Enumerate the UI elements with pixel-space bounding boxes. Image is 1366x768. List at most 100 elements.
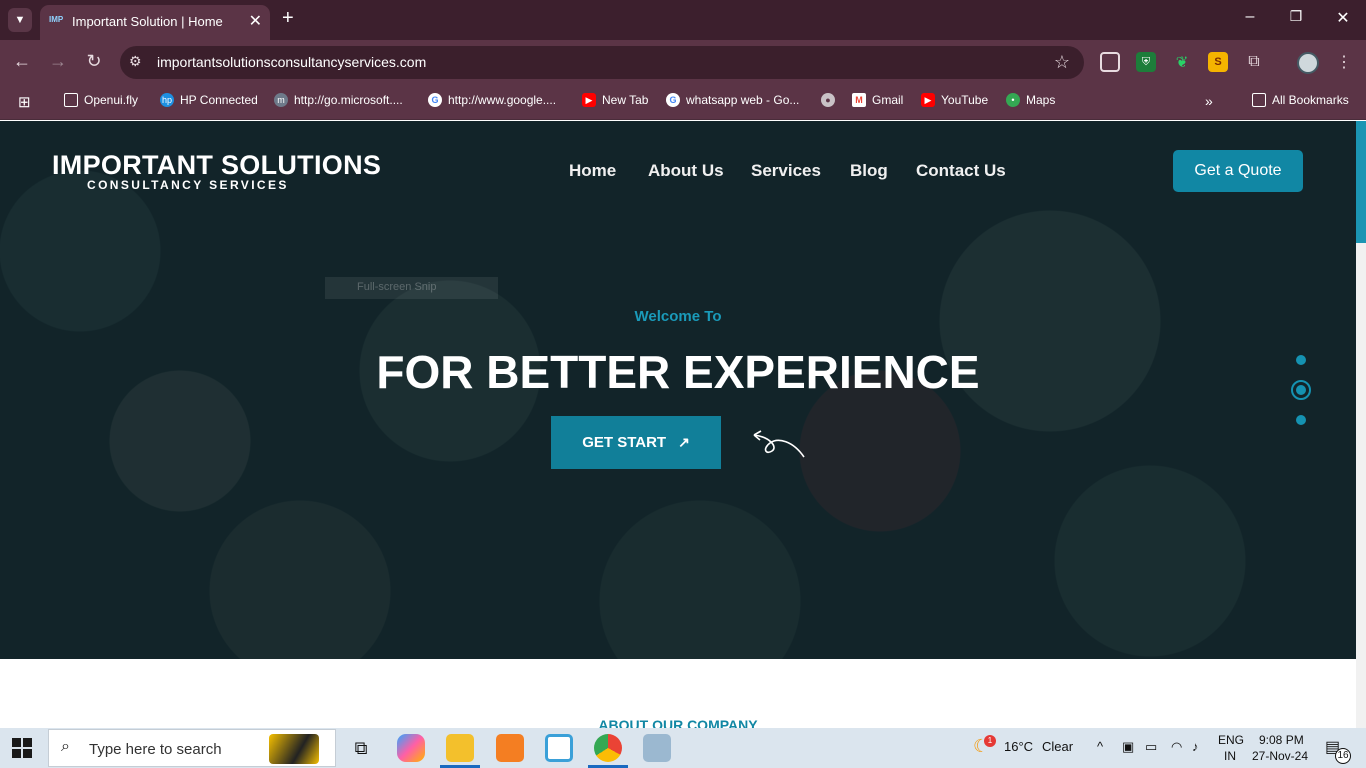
tab-close-icon[interactable]: ✕ <box>249 11 262 31</box>
get-start-label: GET START <box>582 434 667 451</box>
site-logo[interactable]: IMPORTANT SOLUTIONS <box>52 150 381 181</box>
globe-icon: ● <box>821 93 835 107</box>
bookmark-maps[interactable]: • Maps <box>1006 93 1055 107</box>
nav-blog[interactable]: Blog <box>850 161 888 181</box>
hp-icon: hp <box>160 93 174 107</box>
extensions-puzzle-icon[interactable]: ⧉ <box>1244 52 1264 72</box>
window-close-icon[interactable]: ✕ <box>1333 8 1353 28</box>
tab-search-button[interactable]: ▼ <box>8 8 32 32</box>
bookmark-gmail[interactable]: M Gmail <box>852 93 903 107</box>
site-info-icon[interactable]: ⚙ <box>129 53 142 70</box>
bookmark-new-tab[interactable]: ▶ New Tab <box>582 93 648 107</box>
clock-time[interactable]: 9:08 PM <box>1259 733 1304 747</box>
bookmark-hp[interactable]: hp HP Connected <box>160 93 258 107</box>
bookmark-star-icon[interactable]: ☆ <box>1054 52 1070 73</box>
all-bookmarks-label: All Bookmarks <box>1272 93 1349 107</box>
more-bookmarks-icon[interactable]: » <box>1205 93 1213 109</box>
bookmark-openui[interactable]: Openui.fly <box>64 93 138 107</box>
browser-tab-bar: ▼ IMP Important Solution | Home ✕ + – ❐ … <box>0 0 1366 40</box>
side-panel-icon[interactable] <box>1100 52 1120 72</box>
bookmark-microsoft[interactable]: m http://go.microsoft.... <box>274 93 403 107</box>
all-bookmarks[interactable]: All Bookmarks <box>1252 93 1349 107</box>
windows-start-icon[interactable] <box>12 738 32 758</box>
restore-icon[interactable]: ❐ <box>1286 8 1306 25</box>
meet-icon[interactable]: ▣ <box>1122 739 1134 755</box>
clock-date[interactable]: 27-Nov-24 <box>1252 749 1308 763</box>
slider-dot-1[interactable] <box>1296 355 1306 365</box>
windows-taskbar: ⌕ Type here to search ⧉ ☾ 1 16°C Clear ^… <box>0 728 1366 768</box>
new-tab-button[interactable]: + <box>282 7 294 30</box>
search-placeholder: Type here to search <box>89 741 222 758</box>
google-icon: G <box>666 93 680 107</box>
gmail-icon: M <box>852 93 866 107</box>
bookmark-label: YouTube <box>941 93 989 107</box>
xampp-icon[interactable] <box>496 734 524 762</box>
welcome-text: Welcome To <box>634 308 722 325</box>
page-scrollbar[interactable] <box>1356 121 1366 728</box>
bookmark-label: http://www.google.... <box>448 93 557 107</box>
forward-icon[interactable]: → <box>47 51 69 72</box>
tab-favicon: IMP <box>49 15 64 24</box>
weather-badge: 1 <box>984 735 996 747</box>
site-logo-subtitle: CONSULTANCY SERVICES <box>87 178 289 192</box>
language-bottom[interactable]: IN <box>1224 749 1236 763</box>
wifi-icon[interactable]: ◠ <box>1171 739 1182 755</box>
slider-dot-3[interactable] <box>1296 415 1306 425</box>
bookmark-label: Maps <box>1026 93 1056 107</box>
back-icon[interactable]: ← <box>11 51 33 72</box>
nav-contact-us[interactable]: Contact Us <box>916 161 1006 181</box>
weather-condition[interactable]: Clear <box>1042 739 1073 754</box>
about-section: ABOUT OUR COMPANY <box>0 659 1356 733</box>
menu-kebab-icon[interactable]: ⋮ <box>1334 52 1354 72</box>
bookmark-label: New Tab <box>602 93 649 107</box>
slider-dot-2-active[interactable] <box>1291 380 1311 400</box>
network-app-icon[interactable] <box>643 734 671 762</box>
seo-extension-icon[interactable]: S <box>1208 52 1228 72</box>
get-start-button[interactable]: GET START ↗ <box>551 416 721 469</box>
nav-about-us[interactable]: About Us <box>648 161 724 181</box>
get-a-quote-button[interactable]: Get a Quote <box>1173 150 1303 192</box>
app-icon[interactable] <box>545 734 573 762</box>
address-bar[interactable]: ⚙ importantsolutionsconsultancyservices.… <box>120 46 1084 79</box>
msn-icon: m <box>274 93 288 107</box>
bookmark-label: http://go.microsoft.... <box>294 93 403 107</box>
hero-section: IMPORTANT SOLUTIONS CONSULTANCY SERVICES… <box>0 121 1356 659</box>
taskbar-search-box[interactable]: ⌕ Type here to search <box>48 729 336 767</box>
chrome-icon[interactable] <box>594 734 622 762</box>
file-explorer-icon[interactable] <box>446 734 474 762</box>
arrow-up-right-icon: ↗ <box>678 434 690 450</box>
folder-icon <box>64 93 78 107</box>
scroll-thumb[interactable] <box>1356 121 1366 243</box>
shield-extension-icon[interactable]: ⛨ <box>1136 52 1156 72</box>
youtube-icon: ▶ <box>582 93 596 107</box>
browser-toolbar: ← → ↻ ⚙ importantsolutionsconsultancyser… <box>0 40 1366 85</box>
bookmark-globe[interactable]: ● <box>821 93 841 107</box>
bookmark-label: Openui.fly <box>84 93 139 107</box>
leaf-extension-icon[interactable]: ❦ <box>1172 52 1192 72</box>
bookmark-whatsapp[interactable]: Gwhatsapp web - Go... <box>666 93 799 107</box>
weather-temp[interactable]: 16°C <box>1004 739 1033 754</box>
profile-avatar[interactable] <box>1297 52 1319 74</box>
nav-services[interactable]: Services <box>751 161 821 181</box>
url-text[interactable]: importantsolutionsconsultancyservices.co… <box>157 54 426 70</box>
task-view-icon[interactable]: ⧉ <box>347 734 375 762</box>
copilot-icon[interactable] <box>397 734 425 762</box>
hero-headline: FOR BETTER EXPERIENCE <box>376 346 980 398</box>
language-top[interactable]: ENG <box>1218 733 1244 747</box>
search-icon: ⌕ <box>61 738 70 755</box>
bookmark-youtube[interactable]: ▶ YouTube <box>921 93 988 107</box>
tray-overflow-icon[interactable]: ^ <box>1097 739 1103 754</box>
active-tab[interactable]: IMP Important Solution | Home ✕ <box>40 5 270 40</box>
minimize-icon[interactable]: – <box>1240 8 1260 26</box>
battery-icon[interactable]: ▭ <box>1145 739 1157 755</box>
apps-grid-icon[interactable]: ⊞ <box>18 93 31 111</box>
volume-icon[interactable]: ♪ <box>1192 739 1199 754</box>
tab-title: Important Solution | Home <box>72 14 223 29</box>
maps-pin-icon: • <box>1006 93 1020 107</box>
snip-overlay-text: Full-screen Snip <box>325 277 498 299</box>
google-icon: G <box>428 93 442 107</box>
nav-home[interactable]: Home <box>569 161 616 181</box>
curly-arrow-icon <box>753 430 805 458</box>
bookmark-google[interactable]: Ghttp://www.google.... <box>428 93 556 107</box>
reload-icon[interactable]: ↻ <box>83 51 105 72</box>
